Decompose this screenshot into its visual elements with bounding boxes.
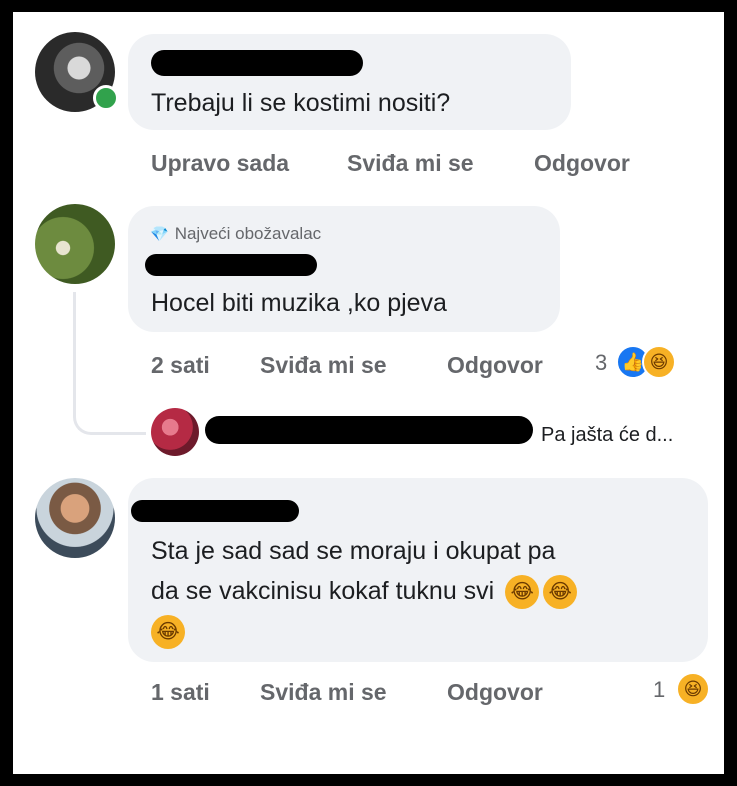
crying-laughing-emoji-icon: 😂 (151, 615, 185, 650)
comment-text-line3: 😂 (151, 614, 185, 650)
reaction-count[interactable]: 1 (653, 677, 665, 703)
avatar[interactable] (151, 408, 199, 456)
online-status-dot (93, 85, 119, 111)
haha-reaction-icon: 😆 (676, 672, 710, 706)
reply-button[interactable]: Odgovor (447, 679, 543, 706)
thread-connector-line (73, 292, 146, 435)
avatar[interactable] (35, 478, 115, 558)
comment-time[interactable]: Upravo sada (151, 150, 289, 177)
redacted-reply-author (205, 416, 533, 444)
crying-laughing-emoji-icon: 😂 (505, 575, 540, 610)
comment-text-line2: da se vakcinisu kokaf tuknu svi 😂 😂 (151, 574, 578, 610)
comment-time[interactable]: 2 sati (151, 352, 210, 379)
reply-button[interactable]: Odgovor (534, 150, 630, 177)
diamond-icon: 💎 (150, 226, 169, 243)
like-button[interactable]: Sviđa mi se (260, 352, 387, 379)
reaction-count[interactable]: 3 (595, 350, 607, 376)
like-button[interactable]: Sviđa mi se (347, 150, 474, 177)
comment-text-line2-text: da se vakcinisu kokaf tuknu svi (151, 577, 495, 605)
top-fan-label: Najveći obožavalac (174, 224, 322, 243)
like-button[interactable]: Sviđa mi se (260, 679, 387, 706)
comment-text-line1: Sta je sad sad se moraju i okupat pa (151, 537, 556, 565)
comment-text: Hocel biti muzika ,ko pjeva (151, 289, 447, 317)
reply-preview-text[interactable]: Pa jašta će d... (541, 424, 673, 447)
redacted-author-name (145, 254, 317, 276)
comment-time[interactable]: 1 sati (151, 679, 210, 706)
reply-button[interactable]: Odgovor (447, 352, 543, 379)
top-fan-badge: 💎 Najveći obožavalac (150, 224, 321, 244)
avatar[interactable] (35, 204, 115, 284)
haha-reaction-icon: 😆 (642, 345, 676, 379)
redacted-author-name (151, 50, 363, 76)
crying-laughing-emoji-icon: 😂 (543, 575, 578, 610)
redacted-author-name (131, 500, 299, 522)
screenshot-frame: Trebaju li se kostimi nositi? Upravo sad… (13, 12, 724, 774)
comment-text: Trebaju li se kostimi nositi? (151, 89, 451, 117)
